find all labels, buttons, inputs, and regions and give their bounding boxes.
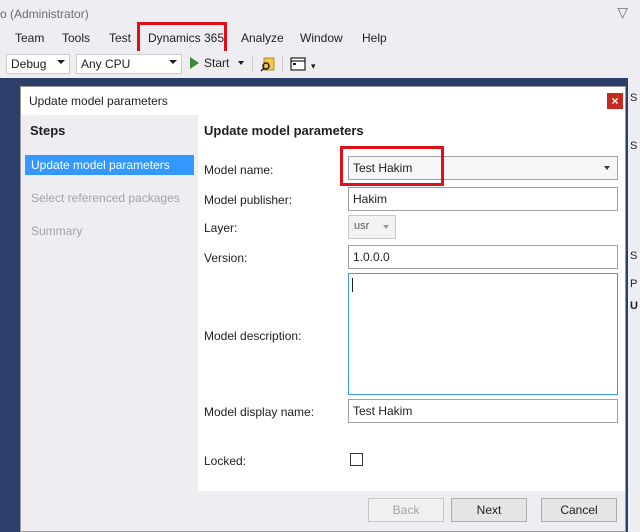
platform-dropdown[interactable]: Any CPU bbox=[76, 54, 182, 74]
find-in-files-icon[interactable] bbox=[260, 56, 276, 72]
strip-cell: S bbox=[630, 140, 638, 152]
window-title: o (Administrator) bbox=[0, 7, 89, 21]
menu-tools[interactable]: Tools bbox=[60, 31, 92, 45]
dialog-title-bar: Update model parameters × bbox=[21, 87, 625, 115]
window-layout-icon[interactable] bbox=[290, 56, 306, 72]
toolbar-separator bbox=[282, 56, 283, 72]
locked-checkbox[interactable] bbox=[350, 453, 363, 466]
toolbar: Debug Any CPU Start ▾ bbox=[0, 51, 640, 78]
chevron-down-icon bbox=[604, 166, 610, 170]
menu-help[interactable]: Help bbox=[360, 31, 389, 45]
step-update-model-parameters[interactable]: Update model parameters bbox=[25, 155, 194, 175]
layer-value: usr bbox=[354, 220, 370, 232]
locked-label: Locked: bbox=[204, 454, 247, 468]
menu-team[interactable]: Team bbox=[13, 31, 46, 45]
menu-analyze[interactable]: Analyze bbox=[239, 31, 286, 45]
menu-test[interactable]: Test bbox=[107, 31, 133, 45]
update-model-parameters-dialog: Update model parameters × Steps Update m… bbox=[20, 86, 626, 532]
menu-bar: Team Tools Test Dynamics 365 Analyze Win… bbox=[0, 28, 640, 51]
model-publisher-input[interactable]: Hakim bbox=[348, 187, 618, 211]
strip-cell: S bbox=[630, 250, 638, 262]
menu-window[interactable]: Window bbox=[298, 31, 345, 45]
chevron-down-icon bbox=[383, 225, 389, 229]
form-heading: Update model parameters bbox=[204, 123, 364, 138]
version-input[interactable]: 1.0.0.0 bbox=[348, 245, 618, 269]
model-description-label: Model description: bbox=[204, 329, 302, 343]
toolbar-overflow-icon[interactable]: ▾ bbox=[311, 61, 316, 72]
right-tool-window-strip: S S S P U bbox=[628, 78, 640, 532]
layer-dropdown: usr bbox=[348, 215, 396, 239]
strip-cell: U bbox=[630, 300, 638, 312]
version-label: Version: bbox=[204, 251, 248, 265]
dialog-title: Update model parameters bbox=[29, 94, 168, 108]
steps-panel: Steps Update model parameters Select ref… bbox=[21, 115, 198, 491]
model-display-name-label: Model display name: bbox=[204, 405, 315, 419]
start-dropdown-icon[interactable] bbox=[237, 61, 244, 65]
model-publisher-label: Model publisher: bbox=[204, 193, 293, 207]
title-bar: o (Administrator) ▽ bbox=[0, 0, 640, 28]
toolbar-separator bbox=[252, 56, 253, 72]
model-name-label: Model name: bbox=[204, 163, 274, 177]
strip-cell: S bbox=[630, 92, 638, 104]
start-button[interactable]: Start bbox=[190, 56, 244, 70]
platform-value: Any CPU bbox=[81, 57, 131, 71]
step-select-referenced-packages: Select referenced packages bbox=[31, 191, 180, 205]
chevron-down-icon bbox=[57, 60, 65, 64]
next-button[interactable]: Next bbox=[451, 498, 527, 522]
model-description-textarea[interactable] bbox=[348, 273, 618, 395]
filter-icon[interactable]: ▽ bbox=[617, 4, 628, 21]
step-summary: Summary bbox=[31, 224, 83, 238]
text-caret bbox=[352, 278, 353, 292]
play-icon bbox=[190, 57, 199, 69]
highlight-box-model-name bbox=[340, 146, 444, 186]
strip-cell: P bbox=[630, 278, 638, 290]
dialog-footer: Back Next Cancel bbox=[21, 491, 625, 531]
chevron-down-icon bbox=[169, 60, 177, 64]
start-label: Start bbox=[204, 56, 230, 70]
layer-label: Layer: bbox=[204, 221, 238, 235]
model-display-name-input[interactable]: Test Hakim bbox=[348, 399, 618, 423]
close-icon[interactable]: × bbox=[607, 93, 623, 109]
configuration-value: Debug bbox=[11, 57, 47, 71]
cancel-button[interactable]: Cancel bbox=[541, 498, 617, 522]
configuration-dropdown[interactable]: Debug bbox=[6, 54, 70, 74]
steps-title: Steps bbox=[30, 123, 66, 138]
back-button[interactable]: Back bbox=[368, 498, 444, 522]
